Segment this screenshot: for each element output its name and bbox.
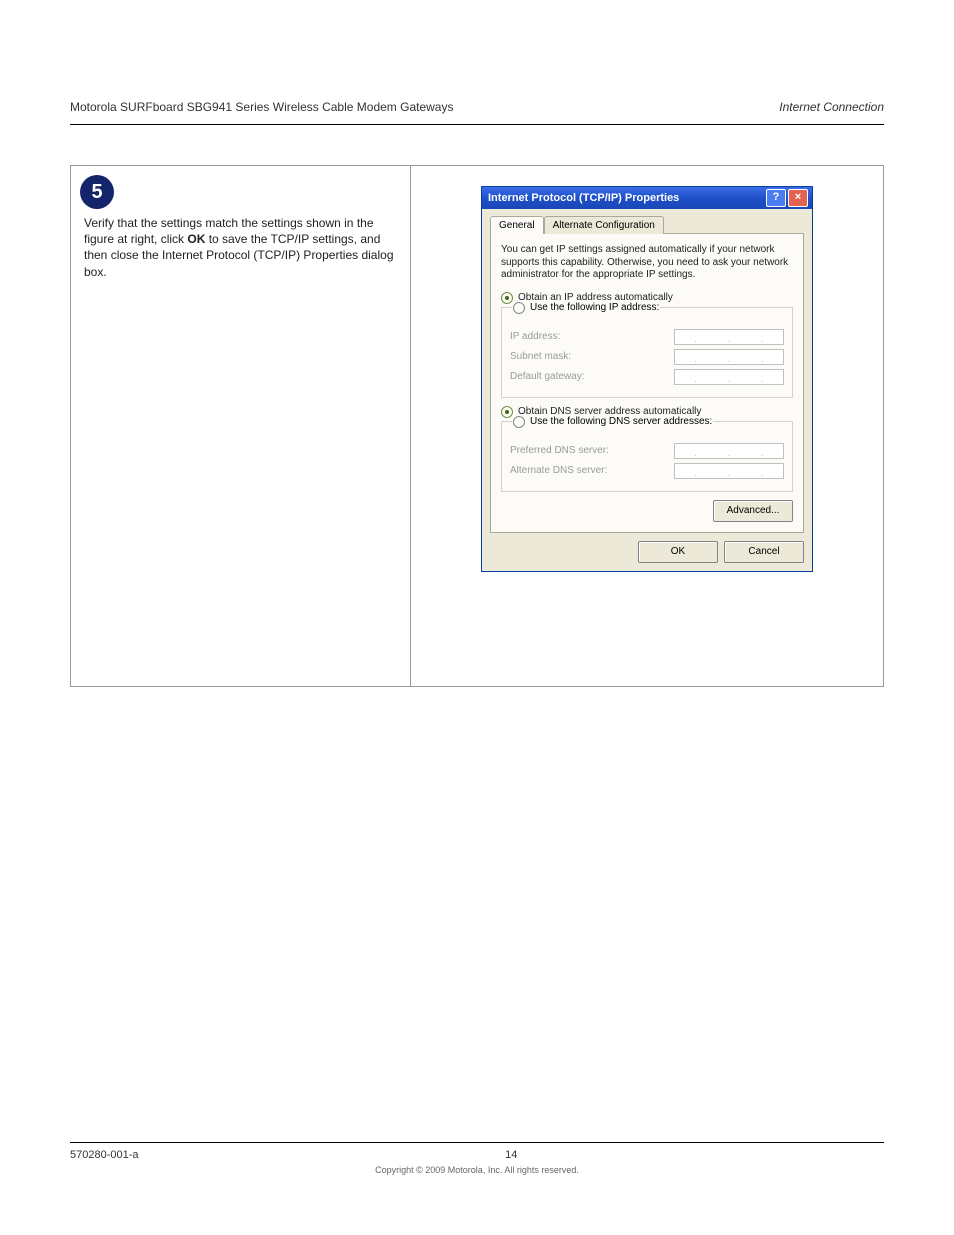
radio-use-following-dns[interactable]: Use the following DNS server addresses: <box>512 416 713 428</box>
tcpip-properties-dialog: Internet Protocol (TCP/IP) Properties ? … <box>481 186 813 572</box>
input-default-gateway[interactable]: ... <box>674 369 784 385</box>
document-page: Motorola SURFboard SBG941 Series Wireles… <box>0 0 954 1235</box>
radio-use-following-ip[interactable]: Use the following IP address: <box>512 302 660 314</box>
input-preferred-dns[interactable]: ... <box>674 443 784 459</box>
step-number: 5 <box>91 181 102 204</box>
header-rule <box>70 124 884 125</box>
tab-strip: General Alternate Configuration <box>490 216 804 234</box>
step-number-badge: 5 <box>80 175 114 209</box>
input-alternate-dns[interactable]: ... <box>674 463 784 479</box>
tab-general[interactable]: General <box>490 216 544 234</box>
header-title: Motorola SURFboard SBG941 Series Wireles… <box>70 100 453 114</box>
dns-group: Use the following DNS server addresses: … <box>501 421 793 492</box>
page-footer: 570280-001-a 14 Copyright © 2009 Motorol… <box>70 1142 884 1175</box>
step-right-cell: Internet Protocol (TCP/IP) Properties ? … <box>411 166 883 686</box>
radio-icon <box>513 416 525 428</box>
input-subnet-mask[interactable]: ... <box>674 349 784 365</box>
field-alternate-dns: Alternate DNS server: ... <box>510 463 784 479</box>
help-button[interactable]: ? <box>766 189 786 207</box>
ok-button[interactable]: OK <box>638 541 718 563</box>
dialog-button-row: OK Cancel <box>490 541 804 563</box>
footer-doc-id: 570280-001-a <box>70 1149 139 1161</box>
step-row: 5 Verify that the settings match the set… <box>70 165 884 687</box>
field-preferred-dns: Preferred DNS server: ... <box>510 443 784 459</box>
field-subnet-mask: Subnet mask: ... <box>510 349 784 365</box>
step-instruction: Verify that the settings match the setti… <box>76 209 405 288</box>
radio-label: Use the following IP address: <box>530 302 659 313</box>
footer-page-number: 14 <box>139 1149 884 1161</box>
dialog-body: General Alternate Configuration You can … <box>482 209 812 571</box>
footer-rule <box>70 1142 884 1143</box>
advanced-button[interactable]: Advanced... <box>713 500 793 522</box>
page-header: Motorola SURFboard SBG941 Series Wireles… <box>70 100 884 114</box>
close-icon: × <box>795 191 801 203</box>
radio-label: Use the following DNS server addresses: <box>530 416 712 427</box>
tab-alternate-configuration[interactable]: Alternate Configuration <box>544 216 664 234</box>
help-icon: ? <box>773 191 780 203</box>
label-alternate-dns: Alternate DNS server: <box>510 465 607 476</box>
label-subnet-mask: Subnet mask: <box>510 351 571 362</box>
dialog-titlebar[interactable]: Internet Protocol (TCP/IP) Properties ? … <box>482 187 812 209</box>
header-section: Internet Connection <box>779 100 884 114</box>
field-ip-address: IP address: ... <box>510 329 784 345</box>
dialog-description: You can get IP settings assigned automat… <box>501 244 793 282</box>
cancel-button[interactable]: Cancel <box>724 541 804 563</box>
field-default-gateway: Default gateway: ... <box>510 369 784 385</box>
dialog-title: Internet Protocol (TCP/IP) Properties <box>488 192 766 204</box>
input-ip-address[interactable]: ... <box>674 329 784 345</box>
radio-icon <box>513 302 525 314</box>
label-default-gateway: Default gateway: <box>510 371 585 382</box>
footer-copyright: Copyright © 2009 Motorola, Inc. All righ… <box>70 1165 884 1175</box>
label-preferred-dns: Preferred DNS server: <box>510 445 609 456</box>
label-ip-address: IP address: <box>510 331 560 342</box>
close-button[interactable]: × <box>788 189 808 207</box>
step-left-cell: 5 Verify that the settings match the set… <box>71 166 411 686</box>
ip-address-group: Use the following IP address: IP address… <box>501 307 793 398</box>
tab-page-general: You can get IP settings assigned automat… <box>490 233 804 533</box>
